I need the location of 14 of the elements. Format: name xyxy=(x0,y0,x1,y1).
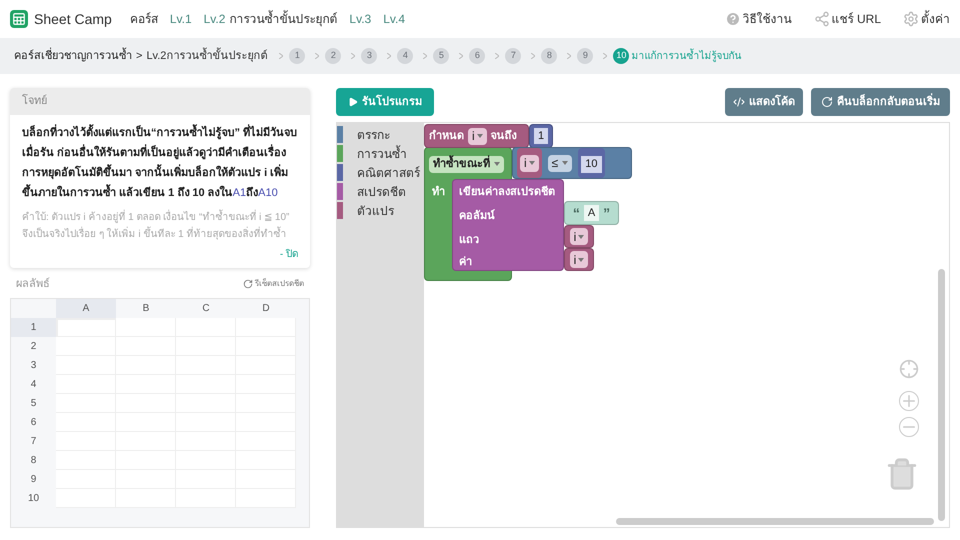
result-title: ผลลัพธ์ xyxy=(16,276,50,292)
close-quote: ” xyxy=(603,204,610,222)
value-label: ค่า xyxy=(459,255,472,270)
set-label: กำหนด xyxy=(429,128,464,144)
open-quote: “ xyxy=(572,204,580,222)
column-label: คอลัมน์ xyxy=(459,208,495,224)
write-label: เขียนค่าลงสเปรดชีต xyxy=(459,184,555,200)
problem-text: บล็อกที่วางไว้ตั้งแต่แรกเป็น“การวนซ้ำไม่รู้จบ” ที่ไม่มีวันจบ เมื่อรัน ก่อนอื่นให้รันตามที่เป็นอยู่แล้วดูว่ามีคำเตือนเรื่องการหยุดอัตโนมัติขึ้นมา จากนั้นเพิ่มบล็อกให้ตัวแปร i เพิ่มขึ้นภายในการวนซ้ำ แล้วเขียน 1 ถึง 10 ลงในA1ถึงA10 xyxy=(22,122,298,202)
to-label: จนถึง xyxy=(490,128,517,144)
do-label: ทำ xyxy=(432,184,445,200)
hint-text: คำใบ้: ตัวแปร i ค้างอยู่ที่ 1 ตลอด เงื่อนไข “ทำซ้ำขณะที่ i ≦ 10” จึงเป็นจริงไปเรื่อย ๆ ให้เพิ่ม i ขึ้นทีละ 1 ที่ท้ายสุดของสิ่งที่ทำซ้ำ xyxy=(22,208,290,242)
problem-title: โจทย์ xyxy=(10,88,310,114)
row-label: แถว xyxy=(459,233,479,248)
breadcrumb-separator: > xyxy=(136,48,142,64)
